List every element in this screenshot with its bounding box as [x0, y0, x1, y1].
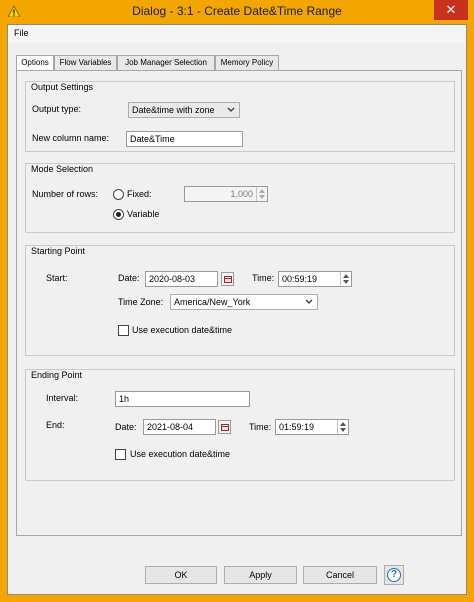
close-button[interactable]: ✕: [434, 0, 468, 20]
output-settings-group: Output Settings Output type: Date&time w…: [25, 81, 455, 152]
interval-label: Interval:: [46, 393, 79, 403]
ending-point-group: Ending Point Interval: 1h End: Date: 202…: [25, 369, 455, 481]
fixed-radio[interactable]: [113, 189, 124, 200]
spin-up-icon: [343, 274, 349, 278]
help-button[interactable]: ?: [384, 565, 404, 585]
variable-label: Variable: [127, 209, 160, 219]
start-use-execution-label: Use execution date&time: [132, 325, 233, 335]
end-label: End:: [46, 420, 65, 430]
end-time-value: 01:59:19: [279, 422, 315, 432]
fixed-rows-value: 1,000: [230, 189, 253, 199]
fixed-rows-spinner[interactable]: 1,000: [184, 186, 268, 202]
mode-selection-title: Mode Selection: [30, 164, 95, 174]
end-use-execution-checkbox[interactable]: [115, 449, 126, 460]
calendar-icon: [221, 424, 229, 431]
tab-memory-policy[interactable]: Memory Policy: [215, 55, 279, 70]
spin-up-icon: [259, 189, 265, 193]
spin-down-icon: [340, 428, 346, 432]
variable-radio[interactable]: [113, 209, 124, 220]
menu-bar: File: [8, 25, 466, 43]
spin-down-icon: [259, 195, 265, 199]
end-date-input[interactable]: 2021-08-04: [143, 419, 216, 435]
dialog-window: File Options Flow Variables Job Manager …: [7, 24, 467, 595]
start-label: Start:: [46, 273, 68, 283]
end-date-picker[interactable]: [218, 420, 231, 434]
timezone-value: America/New_York: [174, 297, 251, 307]
starting-point-group: Starting Point Start: Date: 2020-08-03 T…: [25, 245, 455, 356]
spin-up-icon: [340, 422, 346, 426]
timezone-label: Time Zone:: [118, 297, 164, 307]
options-panel: Output Settings Output type: Date&time w…: [16, 70, 462, 536]
menu-file[interactable]: File: [14, 28, 29, 38]
start-time-label: Time:: [252, 273, 275, 283]
mode-selection-group: Mode Selection Number of rows: Fixed: 1,…: [25, 163, 455, 233]
output-type-label: Output type:: [32, 104, 82, 114]
interval-input[interactable]: 1h: [115, 391, 250, 407]
start-date-picker[interactable]: [221, 272, 234, 286]
number-of-rows-label: Number of rows:: [32, 189, 99, 199]
ok-button[interactable]: OK: [145, 566, 217, 584]
title-bar[interactable]: Dialog - 3:1 - Create Date&Time Range ✕: [0, 0, 474, 24]
column-name-input[interactable]: Date&Time: [126, 131, 243, 147]
cancel-button[interactable]: Cancel: [303, 566, 377, 584]
end-time-label: Time:: [249, 422, 272, 432]
start-time-stepper[interactable]: [340, 272, 351, 286]
timezone-dropdown[interactable]: America/New_York: [170, 294, 318, 310]
fixed-rows-stepper[interactable]: [256, 187, 267, 201]
chevron-down-icon: [305, 299, 313, 304]
fixed-label: Fixed:: [127, 189, 152, 199]
output-type-value: Date&time with zone: [132, 105, 215, 115]
ending-point-title: Ending Point: [30, 370, 84, 380]
starting-point-title: Starting Point: [30, 246, 87, 256]
start-date-input[interactable]: 2020-08-03: [145, 271, 218, 287]
window-title: Dialog - 3:1 - Create Date&Time Range: [132, 4, 342, 18]
calendar-icon: [224, 276, 232, 283]
apply-button[interactable]: Apply: [224, 566, 297, 584]
output-settings-title: Output Settings: [30, 82, 95, 92]
tab-job-manager-selection[interactable]: Job Manager Selection: [117, 55, 215, 70]
start-date-label: Date:: [118, 273, 140, 283]
column-name-label: New column name:: [32, 133, 110, 143]
tab-flow-variables[interactable]: Flow Variables: [54, 55, 117, 70]
output-type-dropdown[interactable]: Date&time with zone: [128, 102, 240, 118]
end-use-execution-label: Use execution date&time: [130, 449, 231, 459]
end-date-label: Date:: [115, 422, 137, 432]
chevron-down-icon: [227, 107, 235, 112]
help-icon: ?: [387, 568, 401, 582]
end-time-stepper[interactable]: [337, 420, 348, 434]
start-time-spinner[interactable]: 00:59:19: [278, 271, 352, 287]
spin-down-icon: [343, 280, 349, 284]
tab-options[interactable]: Options: [16, 55, 54, 71]
start-time-value: 00:59:19: [282, 274, 318, 284]
start-use-execution-checkbox[interactable]: [118, 325, 129, 336]
end-time-spinner[interactable]: 01:59:19: [275, 419, 349, 435]
